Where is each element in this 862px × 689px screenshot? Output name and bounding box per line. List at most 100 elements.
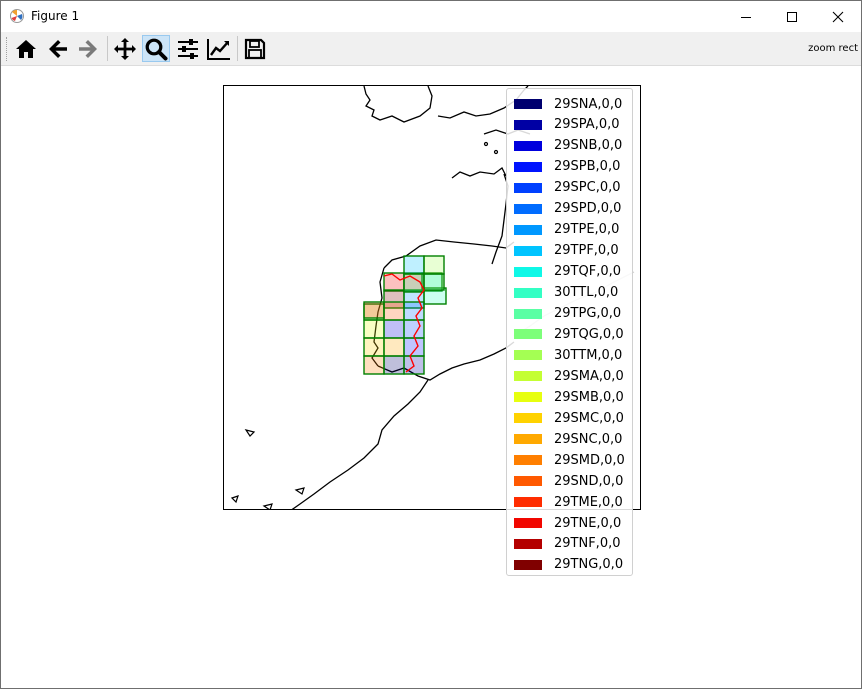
tile-29tme — [363, 301, 385, 319]
save-button[interactable] — [241, 35, 269, 62]
save-icon — [244, 38, 266, 59]
toolbar-separator — [237, 36, 238, 61]
legend-swatch — [514, 413, 542, 424]
legend-swatch — [514, 203, 542, 214]
tile-29smc — [363, 337, 385, 357]
legend-swatch — [514, 182, 542, 193]
coastline — [451, 167, 507, 179]
minimize-button[interactable] — [723, 1, 769, 32]
legend-swatch — [514, 350, 542, 361]
legend-entry: 29SPA,0,0 — [514, 116, 620, 134]
legend-swatch — [514, 99, 542, 109]
legend-label: 29SPC,0,0 — [554, 180, 621, 196]
legend-label: 29SPA,0,0 — [554, 117, 620, 133]
legend-label: 29SMD,0,0 — [554, 452, 625, 468]
tile-29snc — [383, 337, 405, 357]
legend-label: 29TME,0,0 — [554, 494, 623, 510]
tile-29snd — [383, 301, 405, 321]
legend-entry: 29TPG,0,0 — [514, 305, 621, 323]
legend-label: 29TPE,0,0 — [554, 222, 620, 238]
back-button[interactable] — [44, 35, 72, 62]
legend-swatch — [514, 245, 542, 256]
legend-label: 29TNE,0,0 — [554, 515, 622, 531]
legend-swatch — [514, 266, 542, 277]
legend[interactable]: 29SNA,0,0 29SPA,0,0 29SNB,0,0 29SPB,0,0 29SP… — [506, 88, 633, 576]
legend-entry: 29TNE,0,0 — [514, 514, 621, 532]
legend-entry: 29SND,0,0 — [514, 472, 623, 490]
legend-swatch — [514, 497, 542, 508]
legend-entry: 29SNB,0,0 — [514, 137, 622, 155]
legend-entry: 30TTL,0,0 — [514, 284, 618, 302]
forward-button[interactable] — [74, 35, 102, 62]
close-icon — [832, 11, 844, 22]
island — [483, 141, 489, 147]
legend-label: 29TQG,0,0 — [554, 326, 624, 342]
pan-button[interactable] — [111, 35, 139, 62]
legend-entry: 29SMA,0,0 — [514, 367, 624, 385]
legend-label: 30TTL,0,0 — [554, 285, 619, 301]
legend-label: 29SNA,0,0 — [554, 96, 623, 112]
legend-label: 29SND,0,0 — [554, 473, 624, 489]
legend-entry: 29TNG,0,0 — [514, 556, 623, 574]
coastline — [363, 86, 433, 123]
legend-entry: 29TPF,0,0 — [514, 242, 619, 260]
title-bar[interactable]: Figure 1 — [1, 1, 861, 32]
legend-swatch — [514, 476, 542, 487]
legend-entry: 29TQF,0,0 — [514, 263, 621, 281]
island — [493, 149, 499, 155]
legend-label: 29TPG,0,0 — [554, 306, 622, 321]
legend-entry: 30TTM,0,0 — [514, 346, 622, 364]
legend-swatch — [514, 434, 542, 445]
legend-entry: 29TME,0,0 — [514, 493, 623, 511]
legend-swatch — [514, 518, 542, 528]
window-title: Figure 1 — [31, 9, 80, 23]
legend-entry: 29SNA,0,0 — [514, 95, 622, 113]
legend-label: 29SPB,0,0 — [554, 159, 621, 175]
legend-swatch — [514, 559, 542, 570]
legend-entry: 29TPE,0,0 — [514, 221, 619, 239]
legend-entry: 29SMC,0,0 — [514, 409, 624, 427]
navigation-toolbar: zoom rect — [1, 32, 861, 66]
figure-canvas[interactable]: 29SNA,0,0 29SPA,0,0 29SNB,0,0 29SPB,0,0 29SP… — [1, 66, 861, 688]
tile-30ttm — [423, 255, 445, 275]
island — [244, 429, 256, 437]
legend-entry: 29SPC,0,0 — [514, 179, 621, 197]
legend-label: 29TNF,0,0 — [554, 536, 621, 552]
legend-label: 29TPF,0,0 — [554, 243, 619, 259]
maximize-button[interactable] — [769, 1, 815, 32]
coastline — [291, 379, 429, 509]
tile-29tpf — [403, 255, 425, 275]
legend-swatch — [514, 538, 542, 549]
legend-label: 29SPD,0,0 — [554, 201, 622, 217]
tile-29smb — [363, 319, 385, 339]
tile-29tqg — [423, 273, 445, 291]
legend-label: 29TNG,0,0 — [554, 557, 624, 573]
legend-label: 29SMC,0,0 — [554, 410, 624, 426]
minimize-icon — [741, 16, 751, 18]
tile-grid — [363, 255, 447, 375]
legend-entry: 29SNC,0,0 — [514, 430, 622, 448]
legend-swatch — [514, 392, 542, 403]
edit-axes-button[interactable] — [205, 35, 233, 62]
legend-swatch — [514, 329, 542, 340]
matplotlib-app-icon — [10, 9, 24, 23]
legend-swatch — [514, 455, 542, 466]
toolbar-separator — [107, 36, 108, 61]
legend-entry: 29TQG,0,0 — [514, 325, 624, 343]
tile-29smd — [363, 355, 385, 375]
legend-label: 29SNB,0,0 — [554, 138, 623, 154]
island — [262, 503, 273, 509]
legend-swatch — [514, 119, 542, 130]
tile-29sna — [383, 355, 405, 375]
legend-swatch — [514, 140, 542, 151]
configure-subplots-button[interactable] — [174, 35, 202, 62]
maximize-icon — [787, 11, 797, 22]
legend-swatch — [514, 161, 542, 172]
legend-swatch — [514, 224, 542, 235]
zoom-button[interactable] — [142, 35, 170, 62]
close-button[interactable] — [815, 1, 861, 32]
toolbar-grip[interactable] — [6, 37, 9, 61]
legend-label: 29SMA,0,0 — [554, 368, 624, 384]
home-button[interactable] — [12, 35, 40, 62]
legend-label: 29TQF,0,0 — [554, 264, 621, 280]
